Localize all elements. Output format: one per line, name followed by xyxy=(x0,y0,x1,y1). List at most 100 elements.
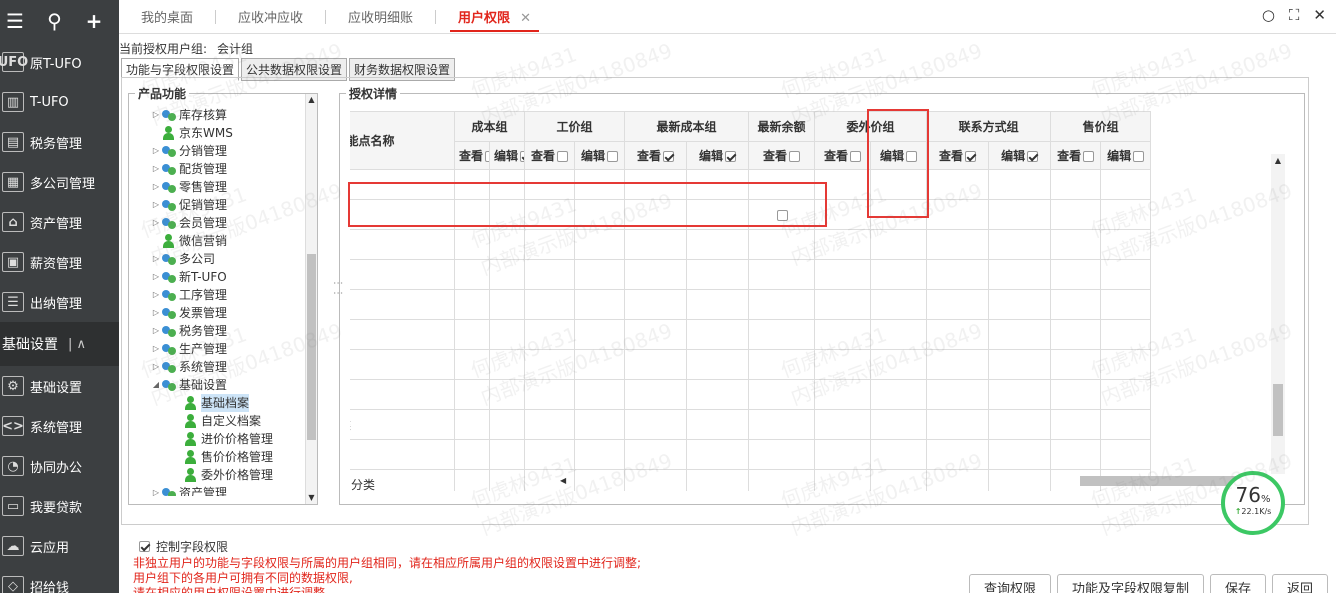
scroll-up-icon[interactable]: ▲ xyxy=(306,94,317,106)
scroll-left-icon[interactable]: ◀ xyxy=(560,474,566,488)
expand-icon[interactable]: ▷ xyxy=(151,484,161,496)
expanded-icon[interactable]: ◢ xyxy=(151,376,161,394)
action-button[interactable]: 返回 xyxy=(1271,574,1328,593)
tree-item[interactable]: 京东WMS xyxy=(129,124,309,142)
fullscreen-icon[interactable]: ⛶ xyxy=(1289,6,1300,24)
expand-icon[interactable]: ▷ xyxy=(151,214,161,232)
column-checkbox[interactable] xyxy=(1027,151,1039,162)
expand-icon[interactable]: ▷ xyxy=(151,358,161,376)
column-checkbox[interactable] xyxy=(789,151,801,162)
action-button[interactable]: 查询权限 xyxy=(968,574,1051,593)
scroll-up-icon[interactable]: ▲ xyxy=(1271,154,1285,168)
note-line: 非独立用户的功能与字段权限与所属的用户组相同，请在相应所属用户组的权限设置中进行… xyxy=(133,556,642,570)
tab[interactable]: 应收冲应收 xyxy=(216,0,325,34)
tree-scroll-thumb[interactable] xyxy=(307,254,316,440)
close-icon[interactable]: ✕ xyxy=(1313,6,1326,24)
column-checkbox[interactable] xyxy=(906,151,918,162)
expand-icon[interactable]: ▷ xyxy=(151,340,161,358)
grid-vscroll-thumb[interactable] xyxy=(1273,384,1283,436)
sidebar-sub-item[interactable]: ◔ 协同办公 xyxy=(0,446,119,486)
permission-cell xyxy=(870,199,928,230)
sidebar-item[interactable]: ▥ T-UFO xyxy=(0,82,119,122)
column-checkbox[interactable] xyxy=(485,151,489,162)
action-button[interactable]: 功能及字段权限复制 xyxy=(1056,574,1204,593)
tree-item[interactable]: ▷ 新T-UFO xyxy=(129,268,309,286)
grid-hscrollbar[interactable]: ◀ xyxy=(560,474,1270,488)
sidebar-sub-item[interactable]: <> 系统管理 xyxy=(0,406,119,446)
sidebar-item-active[interactable]: 基础设置 | ∧ xyxy=(0,322,119,366)
expand-icon[interactable]: ▷ xyxy=(151,160,161,178)
column-checkbox[interactable] xyxy=(725,151,737,162)
balance-checkbox[interactable] xyxy=(777,209,789,221)
scroll-down-icon[interactable]: ▼ xyxy=(306,492,317,504)
sidebar-item[interactable]: ▣ 薪资管理 xyxy=(0,242,119,282)
expand-icon[interactable]: ▷ xyxy=(151,268,161,286)
tree-item[interactable]: ▷ 配货管理 xyxy=(129,160,309,178)
sidebar-sub-item[interactable]: ◇ 招给钱 xyxy=(0,566,119,593)
tree-item[interactable]: 委外价格管理 xyxy=(129,466,309,484)
control-field-option[interactable]: 控制字段权限 xyxy=(137,538,228,555)
tree-item[interactable]: ◢ 基础设置 xyxy=(129,376,309,394)
sidebar-sub-item[interactable]: ⚙ 基础设置 xyxy=(0,366,119,406)
tab[interactable]: 用户权限 ✕ xyxy=(436,0,553,34)
column-checkbox[interactable] xyxy=(1083,151,1095,162)
add-icon[interactable]: + xyxy=(79,9,109,33)
tree-item[interactable]: 售价价格管理 xyxy=(129,448,309,466)
search-icon[interactable]: ⚲ xyxy=(40,9,70,33)
group-icon xyxy=(161,108,177,122)
expand-icon[interactable]: ▷ xyxy=(151,286,161,304)
column-checkbox[interactable] xyxy=(557,151,569,162)
column-checkbox[interactable] xyxy=(850,151,862,162)
sidebar-item[interactable]: ▦ 多公司管理 xyxy=(0,162,119,202)
permission-cell xyxy=(988,319,1052,350)
tree-item[interactable]: ▷ 分销管理 xyxy=(129,142,309,160)
tree-item[interactable]: 基础档案 xyxy=(129,394,309,412)
tree-item[interactable]: 微信营销 xyxy=(129,232,309,250)
menu-icon[interactable]: ☰ xyxy=(0,9,30,33)
expand-icon[interactable]: ▷ xyxy=(151,250,161,268)
sidebar-sub-item[interactable]: ▭ 我要贷款 xyxy=(0,486,119,526)
expand-icon[interactable]: ▷ xyxy=(151,196,161,214)
column-checkbox[interactable] xyxy=(965,151,977,162)
tree-item[interactable]: 自定义档案 xyxy=(129,412,309,430)
tree-scrollbar[interactable]: ▲ ▼ xyxy=(305,94,317,504)
permission-cell xyxy=(574,349,626,380)
table-row: 账号 xyxy=(350,199,1152,230)
permission-cell xyxy=(1100,199,1152,230)
tree-item[interactable]: ▷ 零售管理 xyxy=(129,178,309,196)
tree-item[interactable]: ▷ 多公司 xyxy=(129,250,309,268)
expand-icon[interactable]: ▷ xyxy=(151,178,161,196)
column-checkbox[interactable] xyxy=(663,151,675,162)
sidebar-sub-item[interactable]: ☁ 云应用 xyxy=(0,526,119,566)
control-field-checkbox[interactable] xyxy=(139,541,150,552)
expand-icon[interactable]: ▷ xyxy=(151,322,161,340)
column-checkbox[interactable] xyxy=(1133,151,1145,162)
grid-vscrollbar[interactable]: ▲ xyxy=(1271,154,1285,474)
tree-item[interactable]: ▷ 系统管理 xyxy=(129,358,309,376)
expand-icon[interactable]: ▷ xyxy=(151,304,161,322)
expand-icon[interactable]: ▷ xyxy=(151,142,161,160)
column-checkbox[interactable] xyxy=(520,151,524,162)
tree-item[interactable]: ▷ 库存核算 xyxy=(129,106,309,124)
tree-item[interactable]: 进价价格管理 xyxy=(129,430,309,448)
tab[interactable]: 我的桌面 xyxy=(119,0,215,34)
tree-item[interactable]: ▷ 发票管理 xyxy=(129,304,309,322)
sidebar-item[interactable]: UFO 原T-UFO xyxy=(0,42,119,82)
tree-item[interactable]: ▷ 资产管理 xyxy=(129,484,309,496)
tree-item[interactable]: ▷ 工序管理 xyxy=(129,286,309,304)
column-checkbox[interactable] xyxy=(607,151,619,162)
permission-label: 查看 xyxy=(824,149,849,163)
tree-item[interactable]: ▷ 促销管理 xyxy=(129,196,309,214)
sidebar-item[interactable]: ▤ 税务管理 xyxy=(0,122,119,162)
sidebar-item[interactable]: ☰ 出纳管理 xyxy=(0,282,119,322)
tab[interactable]: 应收明细账 xyxy=(326,0,435,34)
close-icon[interactable]: ✕ xyxy=(520,11,531,26)
action-button[interactable]: 保存 xyxy=(1209,574,1266,593)
search-icon[interactable]: ○ xyxy=(1262,6,1275,24)
tree-item[interactable]: ▷ 会员管理 xyxy=(129,214,309,232)
tree-item[interactable]: ▷ 税务管理 xyxy=(129,322,309,340)
tree-item[interactable]: ▷ 生产管理 xyxy=(129,340,309,358)
collapse-icon[interactable]: | ∧ xyxy=(68,337,86,352)
sidebar-item[interactable]: ⌂ 资产管理 xyxy=(0,202,119,242)
expand-icon[interactable]: ▷ xyxy=(151,106,161,124)
